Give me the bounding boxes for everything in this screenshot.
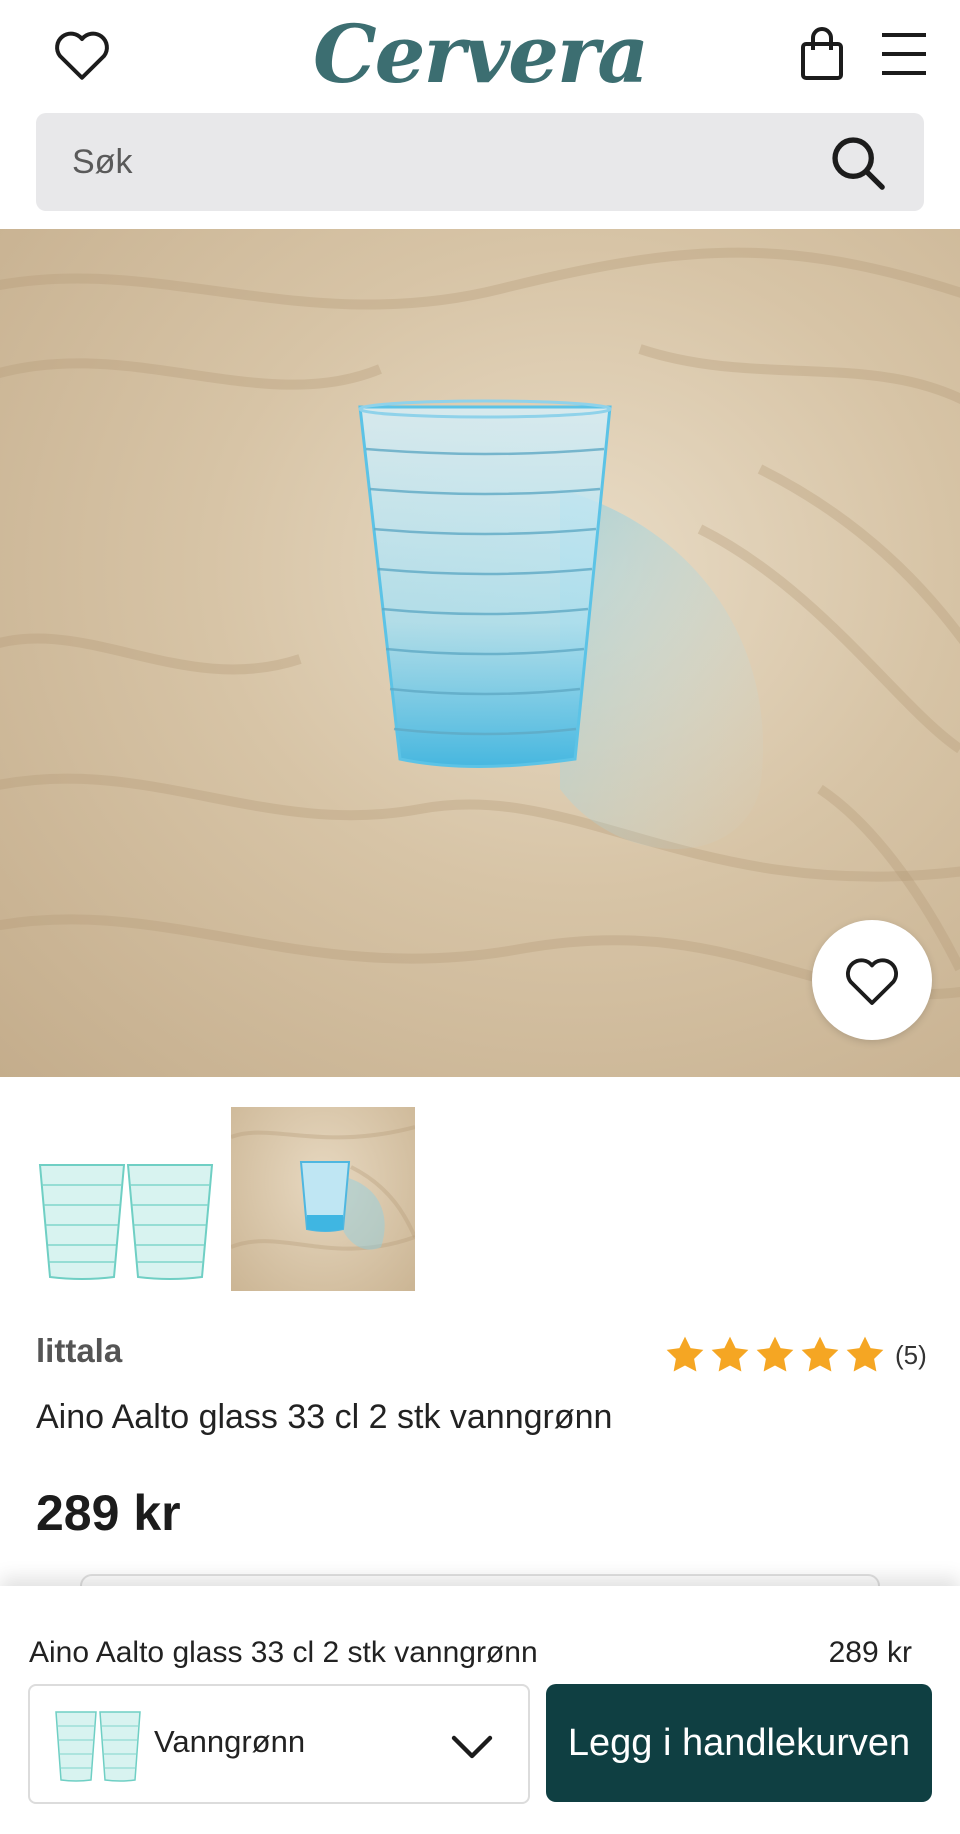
variant-thumbnail [55,1711,141,1782]
search-bar [36,113,924,211]
product-brand[interactable]: littala [36,1332,122,1370]
sticky-product-price: 289 kr [828,1636,912,1669]
hero-wishlist-button[interactable] [812,920,932,1040]
rating-count: (5) [895,1339,927,1370]
site-header: Cervera [0,0,960,110]
variant-dropdown[interactable]: Vanngrønn [28,1684,530,1804]
sticky-add-to-cart-bar: Aino Aalto glass 33 cl 2 stk vanngrønn 2… [0,1586,960,1834]
variant-selected-label: Vanngrønn [154,1724,306,1759]
product-rating[interactable]: (5) [664,1334,927,1376]
product-title: Aino Aalto glass 33 cl 2 stk vanngrønn [36,1398,613,1436]
sticky-product-title: Aino Aalto glass 33 cl 2 stk vanngrønn [29,1636,538,1669]
chevron-down-icon [451,1735,493,1759]
shopping-bag-icon[interactable] [794,22,850,86]
thumbnail-glass-on-sand[interactable] [231,1107,415,1291]
sand-glass-illustration [0,247,960,1000]
hamburger-menu-icon[interactable] [876,24,932,84]
star-icon [711,1336,749,1372]
add-to-cart-button[interactable]: Legg i handlekurven [546,1684,932,1802]
star-icon [801,1336,839,1372]
star-icon [666,1336,704,1372]
heart-icon [846,958,898,1005]
star-icon [846,1336,884,1372]
product-price: 289 kr [36,1485,181,1541]
search-icon[interactable] [828,133,888,193]
star-icon [756,1336,794,1372]
thumbnail-two-glasses[interactable] [36,1107,220,1291]
product-main-image[interactable] [0,229,960,1077]
search-input[interactable] [72,113,772,211]
